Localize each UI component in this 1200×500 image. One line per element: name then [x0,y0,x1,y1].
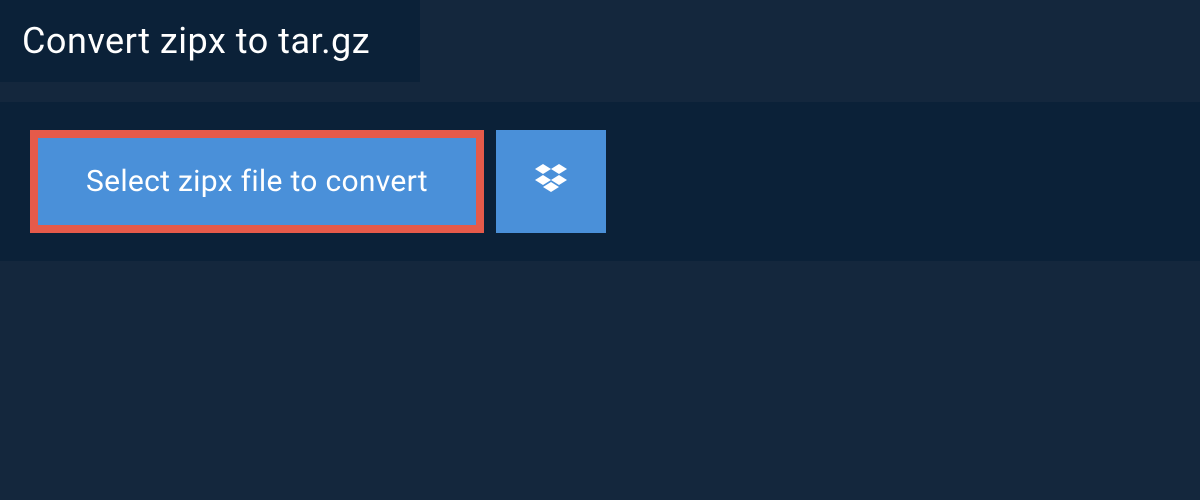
select-file-label: Select zipx file to convert [86,164,428,199]
page-title: Convert zipx to tar.gz [22,20,370,62]
dropbox-button[interactable] [496,130,606,233]
spacer [0,82,1200,102]
button-row: Select zipx file to convert [30,130,1170,233]
content-panel: Select zipx file to convert [0,102,1200,261]
header-tab: Convert zipx to tar.gz [0,0,420,82]
select-file-button[interactable]: Select zipx file to convert [30,130,484,233]
dropbox-icon [531,160,571,203]
